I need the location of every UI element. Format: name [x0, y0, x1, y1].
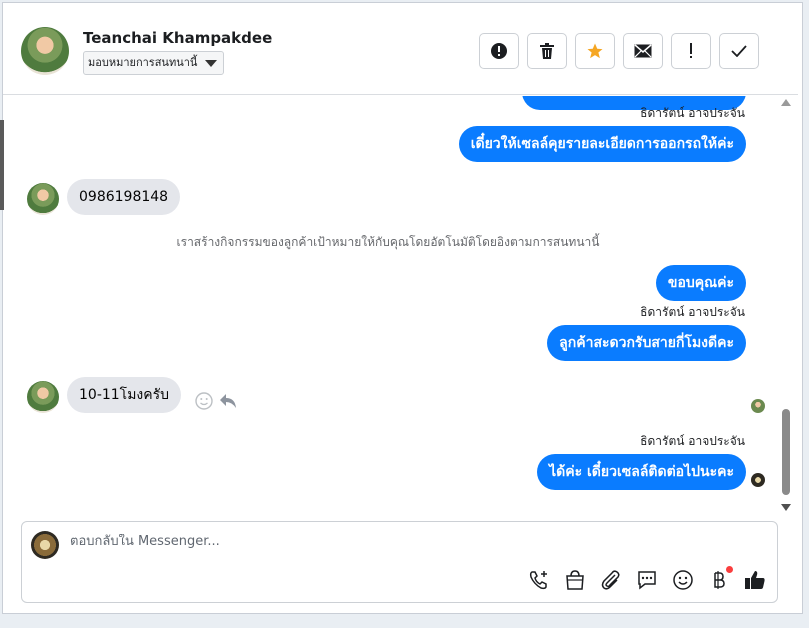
saved-replies-button[interactable] [635, 568, 659, 592]
scroll-up-arrow-icon[interactable] [781, 99, 791, 106]
mark-unread-button[interactable] [623, 33, 663, 69]
notification-dot [726, 566, 733, 573]
message-bubble-outgoing[interactable]: ขอบคุณค่ะ [655, 265, 746, 301]
message-bubble-outgoing[interactable]: ได้ค่ะ เดี๋ยวเซลล์ติดต่อไปนะคะ [537, 454, 746, 490]
alert-circle-icon [491, 43, 507, 59]
attach-button[interactable] [599, 568, 623, 592]
message-bubble-outgoing[interactable]: เดี๋ยวให้เซลล์คุยรายละเอียดการออกรถให้ค่… [458, 126, 746, 162]
messenger-panel: Teanchai Khampakdee มอบหมายการสนทนานี้ ธ… [2, 2, 803, 614]
phone-plus-icon [529, 571, 547, 590]
envelope-icon [634, 44, 652, 58]
conversation-header: Teanchai Khampakdee มอบหมายการสนทนานี้ [3, 3, 798, 95]
sender-name: ธิดารัตน์ อาจประจัน [640, 106, 745, 120]
message-text: ขอบคุณค่ะ [667, 275, 734, 291]
composer-tools [527, 566, 767, 592]
like-button[interactable] [743, 568, 767, 592]
emoji-button[interactable] [671, 568, 695, 592]
sender-avatar-small [751, 473, 765, 487]
contact-avatar-small[interactable] [27, 381, 59, 413]
sender-name: ธิดารัตน์ อาจประจัน [640, 434, 745, 448]
sender-name: ธิดารัตน์ อาจประจัน [640, 305, 745, 319]
window-edge [0, 120, 4, 210]
baht-icon [714, 571, 725, 589]
message-bubble-outgoing[interactable]: ลูกค้าสะดวกรับสายกี่โมงดีคะ [547, 325, 746, 361]
trash-icon [540, 43, 554, 59]
message-actions [195, 392, 237, 410]
header-actions [479, 33, 759, 69]
star-button[interactable] [575, 33, 615, 69]
smiley-icon [673, 570, 693, 590]
message-text: ลูกค้าสะดวกรับสายกี่โมงดีคะ [559, 335, 734, 351]
star-icon [587, 43, 603, 59]
smiley-react-icon[interactable] [195, 392, 213, 410]
reply-input[interactable] [70, 534, 670, 549]
mark-done-button[interactable] [719, 33, 759, 69]
follow-up-button[interactable] [671, 33, 711, 69]
shopping-bag-icon [566, 570, 584, 590]
message-bubble-incoming[interactable]: 10-11โมงครับ [67, 377, 182, 413]
paperclip-icon [601, 570, 620, 590]
assign-label: มอบหมายการสนทนานี้ [88, 56, 198, 69]
delete-button[interactable] [527, 33, 567, 69]
assign-conversation-dropdown[interactable]: มอบหมายการสนทนานี้ [83, 51, 225, 75]
message-thread[interactable]: ธิดารัตน์ อาจประจัน เดี๋ยวให้เซลล์คุยราย… [3, 96, 783, 516]
reply-composer [21, 521, 778, 603]
message-text: ได้ค่ะ เดี๋ยวเซลล์ติดต่อไปนะคะ [549, 464, 734, 480]
page-avatar [31, 531, 59, 559]
thread-scrollbar[interactable] [781, 99, 791, 511]
scrollbar-thumb[interactable] [782, 409, 790, 495]
check-icon [731, 45, 747, 57]
reply-icon[interactable] [219, 393, 237, 409]
message-text: 0986198148 [79, 189, 169, 205]
payment-button[interactable] [707, 566, 733, 592]
shop-button[interactable] [563, 568, 587, 592]
scroll-down-arrow-icon[interactable] [781, 504, 791, 511]
exclamation-icon [690, 43, 692, 58]
message-text: เดี๋ยวให้เซลล์คุยรายละเอียดการออกรถให้ค่… [470, 136, 734, 152]
thumbs-up-icon [745, 571, 765, 589]
contact-avatar-small[interactable] [27, 183, 59, 215]
message-text: 10-11โมงครับ [79, 387, 170, 403]
contact-name[interactable]: Teanchai Khampakdee [83, 29, 272, 47]
message-bubble-incoming[interactable]: 0986198148 [67, 179, 181, 215]
mark-spam-button[interactable] [479, 33, 519, 69]
system-note: เราสร้างกิจกรรมของลูกค้าเป้าหมายให้กับคุ… [176, 235, 600, 249]
caret-down-icon [205, 60, 218, 67]
seen-avatar [751, 399, 765, 413]
contact-avatar[interactable] [21, 27, 69, 75]
call-button[interactable] [527, 568, 551, 592]
chat-bubble-icon [638, 571, 656, 590]
